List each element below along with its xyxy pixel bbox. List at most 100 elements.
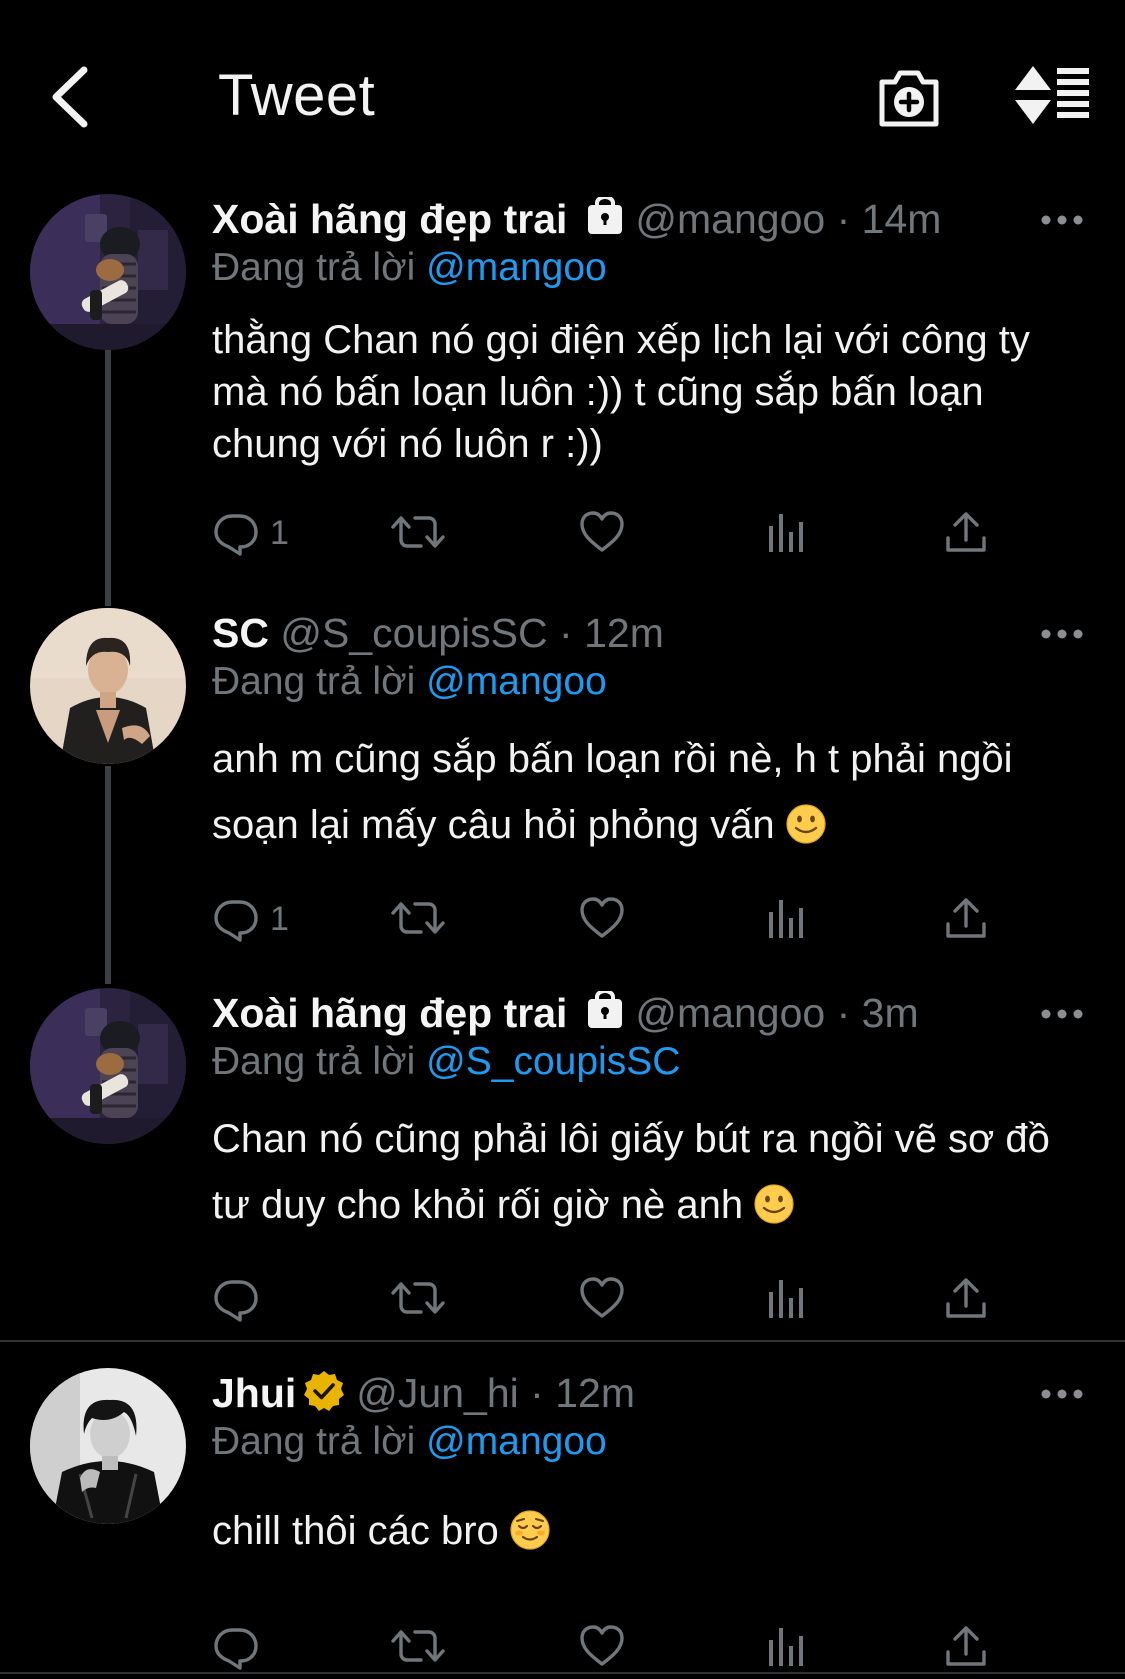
reply-icon xyxy=(212,894,260,942)
bar-chart-icon xyxy=(762,508,810,556)
heart-icon xyxy=(578,508,626,556)
reply-count: 1 xyxy=(270,514,289,552)
avatar[interactable] xyxy=(30,1368,186,1524)
like-button[interactable] xyxy=(578,508,626,558)
retweet-button[interactable] xyxy=(390,1622,446,1672)
share-icon xyxy=(942,894,990,942)
reply-prefix: Đang trả lời xyxy=(212,246,416,289)
sort-button[interactable] xyxy=(1015,66,1091,124)
tweet-body: Chan nó cũng phải lôi giấy bút ra ngồi v… xyxy=(212,1117,1050,1227)
reply-context: Đang trả lời @S_coupisSC xyxy=(212,1038,680,1086)
camera-button[interactable] xyxy=(876,64,942,130)
reply-prefix: Đang trả lời xyxy=(212,1420,416,1463)
share-icon xyxy=(942,1622,990,1670)
page-title: Tweet xyxy=(218,63,376,128)
timestamp[interactable]: 14m xyxy=(862,196,942,242)
like-button[interactable] xyxy=(578,1622,626,1672)
views-button[interactable] xyxy=(762,508,810,558)
display-name[interactable]: SC xyxy=(212,610,269,656)
more-icon[interactable] xyxy=(1040,210,1084,230)
tweet-header: SC @S_coupisSC · 12m xyxy=(212,608,664,658)
more-icon[interactable] xyxy=(1040,1004,1084,1024)
share-button[interactable] xyxy=(942,894,990,944)
tweet-actions: 1 xyxy=(212,894,1012,944)
views-button[interactable] xyxy=(762,894,810,944)
back-button[interactable] xyxy=(40,62,110,132)
reply-icon xyxy=(212,1274,260,1322)
display-name[interactable]: Xoài hãng đẹp trai xyxy=(212,196,567,242)
share-icon xyxy=(942,1274,990,1322)
handle[interactable]: @Jun_hi xyxy=(356,1370,518,1416)
relieved-face-emoji xyxy=(509,1509,551,1551)
tweet-text: thằng Chan nó gọi điện xếp lịch lại với … xyxy=(212,314,1092,470)
retweet-icon xyxy=(390,1622,446,1670)
share-button[interactable] xyxy=(942,508,990,558)
tweet-actions: 1 xyxy=(212,508,1012,558)
heart-icon xyxy=(578,1274,626,1322)
reply-context: Đang trả lời @mangoo xyxy=(212,658,607,706)
tweet-header: Xoài hãng đẹp trai @mangoo · 14m xyxy=(212,194,941,244)
mention-link[interactable]: @mangoo xyxy=(426,246,607,289)
handle[interactable]: @mangoo xyxy=(635,196,825,242)
mention-link[interactable]: @mangoo xyxy=(426,660,607,703)
display-name[interactable]: Xoài hãng đẹp trai xyxy=(212,990,567,1036)
bar-chart-icon xyxy=(762,1274,810,1322)
retweet-button[interactable] xyxy=(390,508,446,558)
avatar[interactable] xyxy=(30,608,186,764)
display-name[interactable]: Jhui xyxy=(212,1370,296,1416)
bar-chart-icon xyxy=(762,894,810,942)
tweet-text: anh m cũng sắp bấn loạn rồi nè, h t phải… xyxy=(212,726,1092,858)
timestamp[interactable]: 12m xyxy=(555,1370,635,1416)
retweet-icon xyxy=(390,508,446,556)
heart-icon xyxy=(578,894,626,942)
reply-button[interactable]: 1 xyxy=(212,894,289,944)
tweet-body: chill thôi các bro xyxy=(212,1509,499,1553)
bar-chart-icon xyxy=(762,1622,810,1670)
reply-button[interactable]: 1 xyxy=(212,508,289,558)
retweet-button[interactable] xyxy=(390,894,446,944)
mention-link[interactable]: @S_coupisSC xyxy=(426,1040,680,1083)
avatar[interactable] xyxy=(30,194,186,350)
heart-icon xyxy=(578,1622,626,1670)
timestamp[interactable]: 12m xyxy=(584,610,664,656)
like-button[interactable] xyxy=(578,1274,626,1324)
like-button[interactable] xyxy=(578,894,626,944)
tweet-body: anh m cũng sắp bấn loạn rồi nè, h t phải… xyxy=(212,737,1013,847)
mention-link[interactable]: @mangoo xyxy=(426,1420,607,1463)
sort-icon xyxy=(1015,66,1089,124)
reply-icon xyxy=(212,1622,260,1670)
tweet-body: thằng Chan nó gọi điện xếp lịch lại với … xyxy=(212,318,1030,466)
lock-icon xyxy=(585,197,625,237)
share-icon xyxy=(942,508,990,556)
tweet-actions xyxy=(212,1622,1012,1672)
reply-count: 1 xyxy=(270,900,289,938)
slightly-smiling-face-emoji xyxy=(785,803,827,845)
views-button[interactable] xyxy=(762,1622,810,1672)
handle[interactable]: @S_coupisSC xyxy=(280,610,547,656)
reply-icon xyxy=(212,508,260,556)
reply-prefix: Đang trả lời xyxy=(212,660,416,703)
separator: · xyxy=(559,610,573,656)
retweet-icon xyxy=(390,894,446,942)
separator: · xyxy=(530,1370,544,1416)
reply-context: Đang trả lời @mangoo xyxy=(212,244,607,292)
tweet-text: chill thôi các bro xyxy=(212,1498,1092,1564)
lock-icon xyxy=(585,991,625,1031)
divider xyxy=(0,1340,1125,1342)
timestamp[interactable]: 3m xyxy=(862,990,919,1036)
retweet-icon xyxy=(390,1274,446,1322)
share-button[interactable] xyxy=(942,1274,990,1324)
avatar[interactable] xyxy=(30,988,186,1144)
reply-button[interactable] xyxy=(212,1622,260,1672)
share-button[interactable] xyxy=(942,1622,990,1672)
reply-context: Đang trả lời @mangoo xyxy=(212,1418,607,1466)
thread-connector xyxy=(105,350,111,606)
handle[interactable]: @mangoo xyxy=(635,990,825,1036)
divider xyxy=(0,1672,1125,1674)
reply-prefix: Đang trả lời xyxy=(212,1040,416,1083)
reply-button[interactable] xyxy=(212,1274,260,1324)
retweet-button[interactable] xyxy=(390,1274,446,1324)
more-icon[interactable] xyxy=(1040,1384,1084,1404)
more-icon[interactable] xyxy=(1040,624,1084,644)
views-button[interactable] xyxy=(762,1274,810,1324)
